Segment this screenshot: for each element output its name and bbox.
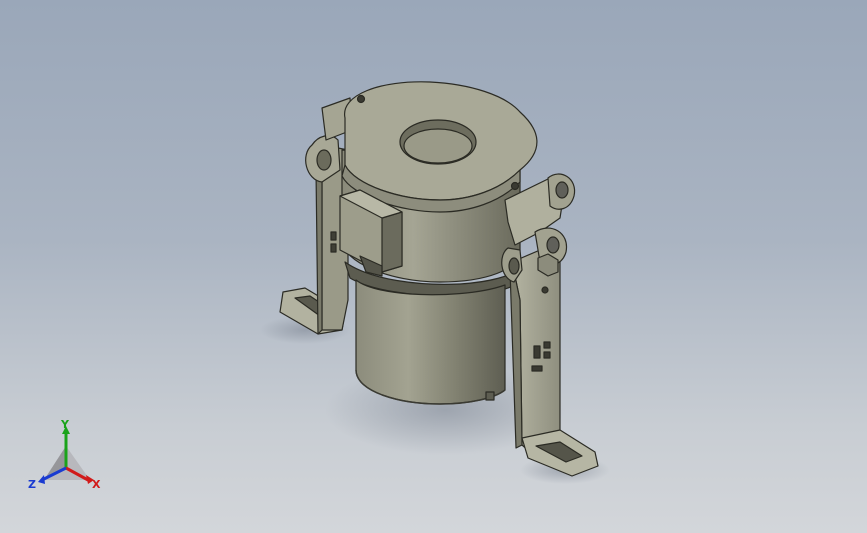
x-axis-label: X [92,478,101,491]
bracket-screw [541,286,549,294]
coordinate-triad: Y X Z [28,418,101,491]
screw-top-right [510,181,520,191]
z-axis-label: Z [28,478,36,491]
y-axis-label: Y [60,418,70,431]
motor-body [355,279,506,405]
3d-graphics-viewport[interactable]: Y X Z [0,0,867,533]
right-bracket [501,173,599,477]
screw-top-left [356,94,366,104]
motor-assembly-model[interactable] [0,0,867,533]
